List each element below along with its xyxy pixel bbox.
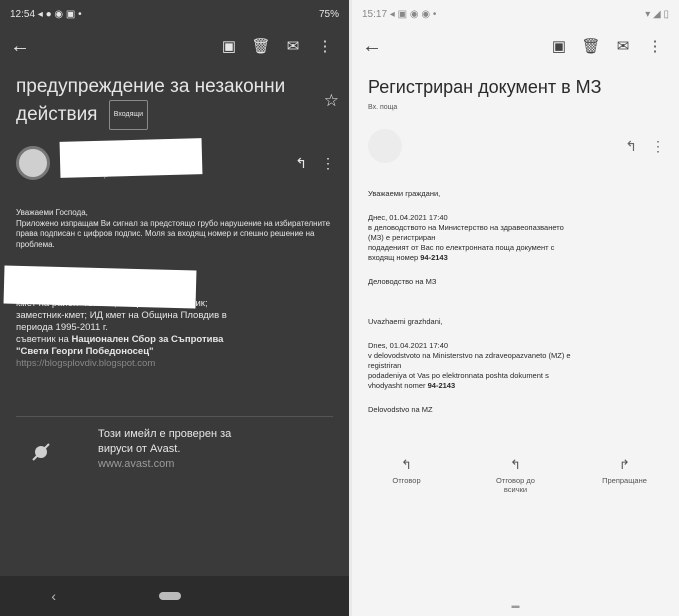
right-phone-screen: 15:17 ◂ ▣ ◉ ◉ • ▾ ◢ ▯ ← ▣ 🗑 ✉ ⋮ Регистри… xyxy=(352,0,679,616)
label-chip[interactable]: Вх. поща xyxy=(352,100,679,111)
email-subject: Регистриран документ в МЗ xyxy=(352,64,679,100)
reply-label: Отговор xyxy=(392,476,421,485)
toolbar: ← ▣ 🗑 ✉ ⋮ xyxy=(0,28,349,64)
para-line: podadeniya ot Vas po elektronnata poshta… xyxy=(368,371,549,380)
reply-icon: ↰ xyxy=(401,457,412,472)
greeting-bg: Уважаеми граждани, xyxy=(368,189,441,198)
status-time: 12:54 xyxy=(10,8,36,20)
blog-link[interactable]: https://blogsplovdiv.blogspot.com xyxy=(16,358,335,370)
star-icon[interactable]: ☆ xyxy=(324,88,339,114)
greeting-lat: Uvazhaemi grazhdani, xyxy=(368,317,443,326)
redaction-box xyxy=(3,265,197,309)
avast-link[interactable]: www.avast.com xyxy=(98,457,231,472)
redaction-box xyxy=(59,138,203,178)
date-lat: Dnes, 01.04.2021 17:40 xyxy=(368,341,449,350)
action-row: ↰ Отговор ↰ Отговор до всички ↱ Препраща… xyxy=(352,457,679,494)
reply-all-button[interactable]: ↰ Отговор до всички xyxy=(466,457,566,494)
avast-block: Този имейл е проверен за вируси от Avast… xyxy=(0,427,349,472)
registration-number: 94-2143 xyxy=(427,381,456,390)
signature-bg: Деловодство на МЗ xyxy=(368,277,437,286)
back-arrow-icon[interactable]: ← xyxy=(362,35,382,58)
forward-label: Препращане xyxy=(602,476,647,485)
archive-icon[interactable]: ▣ xyxy=(545,32,573,60)
nav-home-pill-icon[interactable] xyxy=(158,592,181,600)
council-name: Национален Сбор за Съпротива xyxy=(71,334,224,345)
number-prefix: vhodyasht nomer xyxy=(368,381,428,390)
status-bar: 12:54 ◂ ● ◉ ▣ • 75% xyxy=(10,8,339,20)
para-line: v delovodstvoto na Ministerstvo na zdrav… xyxy=(368,351,571,360)
reply-icon[interactable]: ↰ xyxy=(625,138,637,155)
avatar xyxy=(368,129,402,163)
email-body: Уважаеми Господа, Приложено изпращам Ви … xyxy=(0,208,349,250)
para-line: в деловодството на Министерство на здрав… xyxy=(368,223,564,232)
number-prefix: входящ номер xyxy=(368,253,421,262)
body-paragraph: Приложено изпращам Ви сигнал за предстоя… xyxy=(16,218,331,249)
avast-line-1: Този имейл е проверен за xyxy=(98,428,232,440)
greeting: Уважаеми Господа, xyxy=(16,208,88,217)
delete-icon[interactable]: 🗑 xyxy=(577,32,605,60)
left-phone-screen: 12:54 ◂ ● ◉ ▣ • 75% ← ▣ 🗑 ✉ ⋮ предупрежд… xyxy=(0,0,349,616)
date-bg: Днес, 01.04.2021 17:40 xyxy=(368,213,448,222)
archive-icon[interactable]: ▣ xyxy=(215,32,243,60)
toolbar: ← ▣ 🗑 ✉ ⋮ xyxy=(352,28,679,64)
sender-row: ↰ ⋮ xyxy=(352,111,679,167)
back-arrow-icon[interactable]: ← xyxy=(10,35,30,58)
signature-line: периода 1995-2011 г. xyxy=(16,322,108,333)
para-line: registriran xyxy=(368,361,402,370)
reply-icon[interactable]: ↰ xyxy=(295,155,307,172)
subject-text: предупреждение за незаконни действия xyxy=(16,76,286,126)
divider xyxy=(16,416,333,417)
reply-button[interactable]: ↰ Отговор xyxy=(357,457,457,494)
council-name-2: "Свети Георги Победоносец" xyxy=(16,346,154,357)
more-vert-icon[interactable]: ⋮ xyxy=(641,32,669,60)
status-battery: 75% xyxy=(318,8,339,20)
email-subject: предупреждение за незаконни действия Вхо… xyxy=(0,64,349,130)
status-time: 15:17 xyxy=(362,8,388,20)
registration-number: 94-2143 xyxy=(420,253,448,262)
more-vert-icon[interactable]: ⋮ xyxy=(651,138,665,155)
mail-icon[interactable]: ✉ xyxy=(279,32,307,60)
reply-all-icon: ↰ xyxy=(510,457,521,472)
signature-lat: Delovodstvo na MZ xyxy=(368,405,433,414)
para-line: подаденият от Вас по електронната поща д… xyxy=(368,243,555,252)
delete-icon[interactable]: 🗑 xyxy=(247,32,275,60)
avast-line-2: вируси от Avast. xyxy=(98,443,181,455)
subject-text: Регистриран документ в МЗ xyxy=(368,77,602,97)
avatar xyxy=(16,146,50,180)
system-nav-bar: ‹ xyxy=(0,576,349,616)
status-bar: 15:17 ◂ ▣ ◉ ◉ • ▾ ◢ ▯ xyxy=(362,8,669,20)
status-icons: ▾ ◢ ▯ xyxy=(645,8,669,20)
para-line: vhodyasht nomer 94-2143 xyxy=(368,381,665,391)
email-body: Уважаеми граждани, Днес, 01.04.2021 17:4… xyxy=(352,189,679,415)
signature: кмет на район "Южен", общински съветник;… xyxy=(0,298,349,370)
reply-all-label-2: всички xyxy=(503,485,528,494)
mail-icon[interactable]: ✉ xyxy=(609,32,637,60)
more-vert-icon[interactable]: ⋮ xyxy=(321,155,335,172)
label-chip[interactable]: Входящи xyxy=(108,100,149,130)
council-prefix: съветник на xyxy=(16,334,72,345)
para-line: входящ номер 94-2143 xyxy=(368,253,665,263)
nav-back-icon[interactable]: ‹ xyxy=(51,588,56,604)
para-line: (МЗ) е регистриран xyxy=(368,233,436,242)
avast-icon xyxy=(32,443,50,461)
reply-all-label: Отговор до xyxy=(496,476,535,485)
forward-button[interactable]: ↱ Препращане xyxy=(575,457,675,494)
council-line: съветник на Национален Сбор за Съпротива xyxy=(16,334,335,346)
more-vert-icon[interactable]: ⋮ xyxy=(311,32,339,60)
signature-line: заместник-кмет; ИД кмет на Община Пловди… xyxy=(16,310,227,321)
forward-icon: ↱ xyxy=(619,457,630,472)
nav-handle-icon[interactable]: ▬ xyxy=(352,601,679,610)
